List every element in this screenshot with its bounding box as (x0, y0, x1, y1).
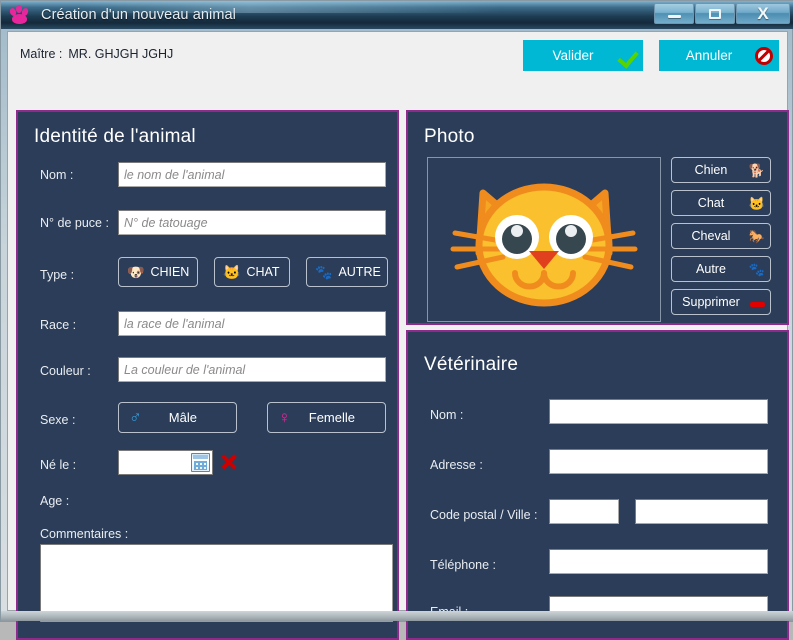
clear-date-icon[interactable] (220, 452, 238, 472)
breed-input[interactable] (118, 311, 386, 336)
photo-preset-chien-label: Chien (694, 163, 728, 177)
maximize-button[interactable] (695, 3, 735, 24)
dog-icon: 🐶 (127, 264, 145, 280)
horse-icon: 🐎 (748, 228, 766, 244)
sex-label: Sexe : (40, 413, 76, 427)
owner-value: MR. GHJGH JGHJ (68, 47, 174, 61)
type-option-chat[interactable]: 🐱 CHAT (214, 257, 290, 287)
photo-delete-button[interactable]: Supprimer (671, 289, 771, 315)
type-option-chat-label: CHAT (246, 265, 280, 279)
minimize-button[interactable] (654, 3, 694, 24)
type-option-chien[interactable]: 🐶 CHIEN (118, 257, 198, 287)
photo-preset-chat-label: Chat (697, 196, 725, 210)
photo-preset-cheval[interactable]: Cheval 🐎 (671, 223, 771, 249)
maximize-icon (709, 8, 721, 19)
birthdate-picker[interactable] (118, 450, 213, 475)
close-button[interactable]: X (736, 3, 790, 24)
veterinarian-panel: Vétérinaire Nom : Adresse : Code postal … (406, 330, 789, 640)
close-icon: X (757, 4, 769, 23)
type-label: Type : (40, 268, 75, 282)
validate-button[interactable]: Valider (523, 40, 643, 71)
other-animal-icon: 🐾 (315, 264, 333, 280)
photo-delete-label: Supprimer (682, 295, 740, 309)
ban-icon (749, 46, 779, 65)
color-label: Couleur : (40, 364, 91, 378)
dog-icon: 🐕 (748, 162, 766, 178)
name-label: Nom : (40, 168, 74, 182)
photo-preset-autre[interactable]: Autre 🐾 (671, 256, 771, 282)
identity-panel: Identité de l'animal Nom : N° de puce : … (16, 110, 399, 640)
vet-city-input[interactable] (635, 499, 768, 524)
window-title: Création d'un nouveau animal (41, 7, 237, 23)
application-window: Création d'un nouveau animal X Maître :M… (0, 0, 793, 640)
vet-phone-input[interactable] (549, 549, 768, 574)
sex-option-male-label: Mâle (168, 410, 197, 425)
cat-face-photo (450, 183, 638, 306)
window-bottom-edge (1, 611, 793, 621)
vet-postal-city-label: Code postal / Ville : (430, 508, 538, 522)
minus-icon (744, 296, 770, 309)
check-icon (613, 47, 643, 65)
vet-name-label: Nom : (430, 408, 464, 422)
veterinarian-panel-title: Vétérinaire (424, 354, 519, 375)
photo-panel: Photo Chien 🐕 Chat 🐱 Cheval 🐎 Autre 🐾 Su… (406, 110, 789, 325)
photo-preset-chat[interactable]: Chat 🐱 (671, 190, 771, 216)
type-option-autre-label: AUTRE (338, 265, 381, 279)
chip-number-label: N° de puce : (40, 216, 109, 230)
top-toolbar: Maître : MR. GHJGH JGHJ Valider Annuler (8, 32, 787, 76)
photo-preset-chien[interactable]: Chien 🐕 (671, 157, 771, 183)
photo-preset-autre-label: Autre (696, 262, 726, 276)
identity-panel-title: Identité de l'animal (34, 126, 196, 147)
vet-name-input[interactable] (549, 399, 768, 424)
cat-icon: 🐱 (748, 195, 766, 211)
chip-number-input[interactable] (118, 210, 386, 235)
photo-preview[interactable] (427, 157, 661, 322)
vet-postal-code-input[interactable] (549, 499, 619, 524)
photo-panel-title: Photo (424, 126, 475, 147)
cancel-button[interactable]: Annuler (659, 40, 779, 71)
title-bar[interactable]: Création d'un nouveau animal X (1, 1, 793, 29)
sex-option-female[interactable]: ♀ Femelle (267, 402, 386, 433)
sex-option-male[interactable]: ♂ Mâle (118, 402, 237, 433)
vet-address-label: Adresse : (430, 458, 483, 472)
validate-label: Valider (552, 48, 594, 63)
sex-option-female-label: Femelle (308, 410, 355, 425)
minimize-icon (667, 15, 681, 18)
other-animal-icon: 🐾 (748, 261, 766, 277)
calendar-icon[interactable] (191, 453, 210, 472)
client-area: Maître : MR. GHJGH JGHJ Valider Annuler I… (7, 31, 789, 640)
photo-preset-cheval-label: Cheval (691, 229, 731, 243)
paw-icon (8, 5, 31, 25)
birthdate-label: Né le : (40, 458, 77, 472)
breed-label: Race : (40, 318, 77, 332)
comments-label: Commentaires : (40, 527, 129, 541)
window-controls: X (653, 3, 790, 25)
name-input[interactable] (118, 162, 386, 187)
owner-row: Maître : MR. GHJGH JGHJ (20, 47, 173, 61)
owner-label: Maître : (20, 47, 63, 61)
female-icon: ♀ (278, 408, 291, 427)
color-input[interactable] (118, 357, 386, 382)
cancel-label: Annuler (685, 48, 733, 63)
type-option-autre[interactable]: 🐾 AUTRE (306, 257, 388, 287)
cat-icon: 🐱 (223, 264, 241, 280)
male-icon: ♂ (129, 408, 142, 427)
vet-address-input[interactable] (549, 449, 768, 474)
type-option-chien-label: CHIEN (150, 265, 190, 279)
vet-phone-label: Téléphone : (430, 558, 497, 572)
age-label: Age : (40, 494, 70, 508)
